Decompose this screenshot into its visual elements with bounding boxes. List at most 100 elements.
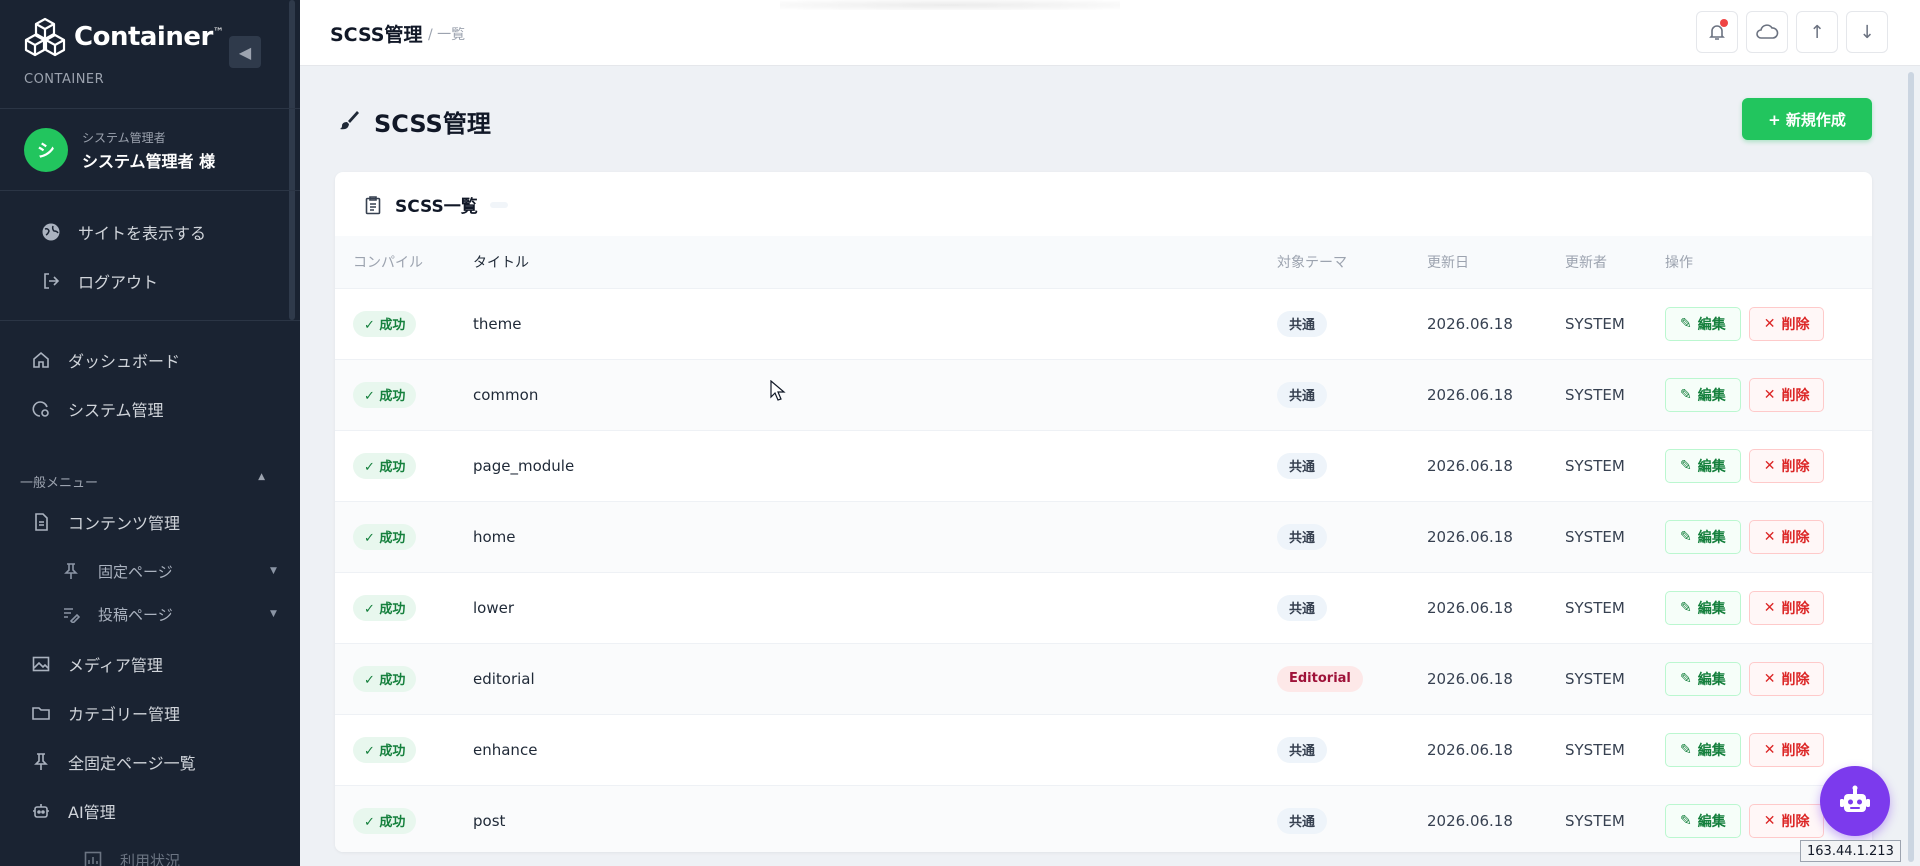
- delete-button[interactable]: ✕ 削除: [1748, 377, 1825, 412]
- delete-button[interactable]: ✕ 削除: [1748, 732, 1825, 767]
- delete-button[interactable]: ✕ 削除: [1748, 803, 1825, 838]
- delete-label: 削除: [1781, 529, 1810, 546]
- edit-button[interactable]: ✎ 編集: [1665, 732, 1741, 767]
- row-user: SYSTEM: [1565, 527, 1625, 546]
- table-row: ✓ 成功 common 共通 2026.06.18 SYSTEM ✎ 編集 ✕ 削除: [335, 359, 1872, 430]
- edit-button[interactable]: ✎ 編集: [1665, 590, 1741, 625]
- row-title[interactable]: post: [473, 785, 1277, 852]
- edit-button[interactable]: ✎ 編集: [1665, 448, 1741, 483]
- column-header-actions: 操作: [1665, 254, 1693, 271]
- delete-button[interactable]: ✕ 削除: [1748, 448, 1825, 483]
- clipboard-icon: [365, 195, 381, 214]
- close-icon: ✕: [1763, 599, 1776, 616]
- top-header: SCSS管理 / 一覧 ↑ ↓: [300, 0, 1920, 66]
- breadcrumb[interactable]: / 一覧: [428, 24, 465, 44]
- delete-button[interactable]: ✕ 削除: [1748, 661, 1825, 696]
- arrow-down-icon: ↓: [1859, 21, 1875, 43]
- sidebar-item-ai[interactable]: AI管理: [30, 799, 116, 823]
- row-date: 2026.06.18: [1427, 598, 1513, 617]
- sidebar-item-label: 投稿ページ: [98, 605, 173, 624]
- scroll-down-button[interactable]: ↓: [1846, 11, 1888, 53]
- brand-logo[interactable]: Container™: [24, 16, 224, 58]
- row-title[interactable]: theme: [473, 288, 1277, 359]
- row-date: 2026.06.18: [1427, 669, 1513, 688]
- cube-logo-icon: [24, 17, 66, 57]
- edit-button[interactable]: ✎ 編集: [1665, 661, 1741, 696]
- table-row: ✓ 成功 enhance 共通 2026.06.18 SYSTEM ✎ 編集 ✕ 削…: [335, 714, 1872, 785]
- mouse-cursor-icon: [770, 380, 786, 401]
- caret-down-icon: ▼: [270, 566, 277, 576]
- row-title[interactable]: common: [473, 359, 1277, 430]
- sidebar-item-logout[interactable]: ログアウト: [40, 269, 158, 293]
- column-header-date[interactable]: 更新日: [1427, 236, 1565, 288]
- sidebar-section-general[interactable]: 一般メニュー ▲: [20, 472, 265, 491]
- pencil-icon: ✎: [1680, 386, 1692, 403]
- row-title[interactable]: enhance: [473, 714, 1277, 785]
- scroll-up-button[interactable]: ↑: [1796, 11, 1838, 53]
- ai-assistant-button[interactable]: [1820, 766, 1890, 836]
- robot-icon: [30, 800, 52, 822]
- card-title-text: SCSS一覧: [395, 197, 478, 217]
- pencil-icon: ✎: [1680, 599, 1692, 616]
- sidebar-item-all-fixed-pages[interactable]: 全固定ページ一覧: [30, 750, 196, 774]
- sidebar-item-view-site[interactable]: サイトを表示する: [40, 220, 206, 244]
- image-icon: [30, 653, 52, 675]
- caret-down-icon: ▼: [270, 609, 277, 619]
- row-title[interactable]: editorial: [473, 643, 1277, 714]
- avatar: シ: [24, 128, 68, 172]
- close-icon: ✕: [1763, 386, 1776, 403]
- theme-badge: 共通: [1277, 452, 1328, 479]
- sidebar-item-usage[interactable]: 利用状況: [82, 849, 180, 866]
- edit-button[interactable]: ✎ 編集: [1665, 306, 1741, 341]
- column-header-user[interactable]: 更新者: [1565, 236, 1665, 288]
- close-icon: ✕: [1763, 741, 1776, 758]
- theme-badge: 共通: [1277, 594, 1328, 621]
- table-row: ✓ 成功 editorial Editorial 2026.06.18 SYST…: [335, 643, 1872, 714]
- row-title[interactable]: home: [473, 501, 1277, 572]
- brand-name: Container™: [74, 22, 224, 52]
- sidebar-item-media[interactable]: メディア管理: [30, 652, 163, 676]
- row-title[interactable]: lower: [473, 572, 1277, 643]
- close-icon: ✕: [1763, 812, 1776, 829]
- edit-button[interactable]: ✎ 編集: [1665, 519, 1741, 554]
- sidebar-item-label: 固定ページ: [98, 562, 173, 581]
- sidebar-collapse-button[interactable]: ◀: [229, 36, 261, 68]
- column-header-title[interactable]: タイトル: [473, 236, 1277, 288]
- delete-label: 削除: [1781, 813, 1810, 830]
- edit-button[interactable]: ✎ 編集: [1665, 803, 1741, 838]
- create-new-button[interactable]: + 新規作成: [1742, 98, 1872, 140]
- divider: [0, 320, 300, 321]
- edit-button[interactable]: ✎ 編集: [1665, 377, 1741, 412]
- sidebar-item-system[interactable]: システム管理: [30, 397, 164, 421]
- paintbrush-icon: [338, 109, 360, 135]
- notifications-button[interactable]: [1696, 11, 1738, 53]
- delete-button[interactable]: ✕ 削除: [1748, 590, 1825, 625]
- compile-status-badge: ✓ 成功: [353, 523, 417, 550]
- delete-label: 削除: [1781, 742, 1810, 759]
- cloud-button[interactable]: [1746, 11, 1788, 53]
- edit-list-icon: [60, 603, 82, 625]
- compile-status-badge: ✓ 成功: [353, 807, 417, 834]
- delete-button[interactable]: ✕ 削除: [1748, 519, 1825, 554]
- sidebar-item-label: サイトを表示する: [78, 224, 207, 243]
- triangle-left-icon: ◀: [238, 42, 252, 62]
- sidebar-scrollbar[interactable]: [289, 0, 295, 320]
- sidebar-item-posts[interactable]: 投稿ページ ▼: [60, 603, 277, 625]
- chevron-up-icon: ▲: [258, 472, 265, 482]
- sidebar-item-categories[interactable]: カテゴリー管理: [30, 701, 180, 725]
- row-date: 2026.06.18: [1427, 385, 1513, 404]
- column-header-compile[interactable]: コンパイル: [335, 236, 473, 288]
- row-title[interactable]: page_module: [473, 430, 1277, 501]
- sidebar-item-label: 全固定ページ一覧: [68, 754, 196, 773]
- sidebar-item-content[interactable]: コンテンツ管理: [30, 510, 180, 534]
- sidebar-item-fixed-pages[interactable]: 固定ページ ▼: [60, 560, 277, 582]
- table-row: ✓ 成功 home 共通 2026.06.18 SYSTEM ✎ 編集 ✕ 削除: [335, 501, 1872, 572]
- row-user: SYSTEM: [1565, 669, 1625, 688]
- compile-status-badge: ✓ 成功: [353, 381, 417, 408]
- pencil-icon: ✎: [1680, 670, 1692, 687]
- delete-button[interactable]: ✕ 削除: [1748, 306, 1825, 341]
- main-scrollbar[interactable]: [1908, 72, 1914, 862]
- column-header-theme[interactable]: 対象テーマ: [1277, 236, 1427, 288]
- sidebar-item-dashboard[interactable]: ダッシュボード: [30, 348, 180, 372]
- edit-label: 編集: [1697, 529, 1726, 546]
